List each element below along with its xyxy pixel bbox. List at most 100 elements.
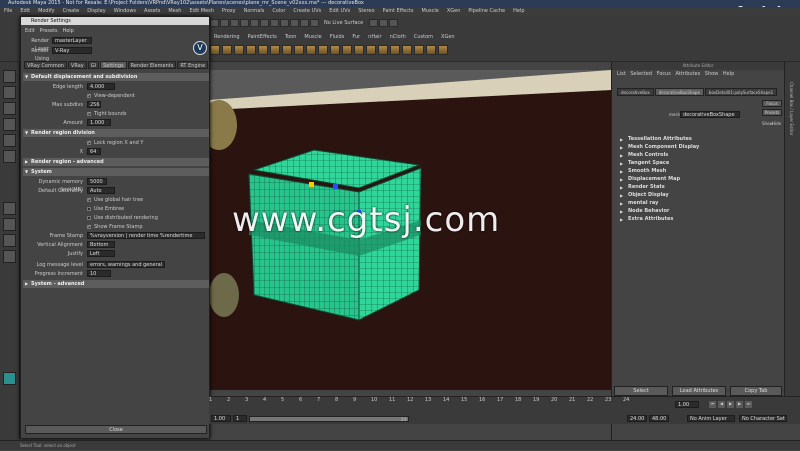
shelf-tool-icon[interactable] [318, 44, 328, 55]
range-bar[interactable]: 24 [249, 416, 409, 422]
section-displacement[interactable]: Default displacement and subdivision [23, 73, 209, 81]
shelf-tool-icon[interactable] [438, 44, 448, 55]
focus-button[interactable]: Focus [762, 100, 782, 107]
paint-select-icon[interactable] [3, 102, 16, 115]
shelf-tab-toon[interactable]: Toon [281, 34, 301, 41]
range-end-field[interactable]: 24.00 [627, 415, 647, 422]
section-render-region[interactable]: Render region division [23, 129, 209, 137]
lock-region-checkbox[interactable] [87, 139, 91, 147]
menu-help[interactable]: Help [513, 8, 524, 14]
menu-edit-mesh[interactable]: Edit Mesh [189, 8, 213, 14]
edge-length-field[interactable]: 4.000 [87, 83, 115, 90]
shelf-tool-icon[interactable] [378, 44, 388, 55]
menu-proxy[interactable]: Proxy [222, 8, 236, 14]
shelf-tool-icon[interactable] [234, 44, 244, 55]
shelf-tool-icon[interactable] [354, 44, 364, 55]
shelf-tab-custom[interactable]: Custom [410, 34, 437, 41]
tab-gi[interactable]: GI [87, 61, 100, 69]
shelf-tool-icon[interactable] [330, 44, 340, 55]
shelf-tab-ncloth[interactable]: nCloth [386, 34, 410, 41]
amount-field[interactable]: 1.000 [87, 119, 111, 126]
log-level-dropdown[interactable]: errors, warnings and general info [87, 261, 165, 268]
frame-stamp-checkbox[interactable] [87, 223, 91, 231]
ae-menu-focus[interactable]: Focus [657, 71, 671, 77]
section-render-region-advanced[interactable]: Render region - advanced [23, 158, 209, 166]
shelf-tool-icon[interactable] [258, 44, 268, 55]
ae-section-object-display[interactable]: Object Display [620, 192, 780, 199]
ae-section-mental-ray[interactable]: mental ray [620, 200, 780, 207]
rs-menu-help[interactable]: Help [62, 28, 73, 34]
ae-menu-selected[interactable]: Selected [630, 71, 652, 77]
menu-normals[interactable]: Normals [244, 8, 265, 14]
layout-persp-icon[interactable] [3, 234, 16, 247]
new-scene-icon[interactable] [210, 19, 219, 27]
time-slider[interactable]: 1 2 3 4 5 6 7 8 9 10 11 12 13 14 15 16 1… [209, 396, 800, 414]
ae-menu-attributes[interactable]: Attributes [676, 71, 701, 77]
uv-editor-icon[interactable] [3, 372, 16, 385]
shelf-tab-painteffects[interactable]: PaintEffects [244, 34, 281, 41]
menu-color[interactable]: Color [272, 8, 285, 14]
close-button[interactable]: Close [25, 425, 207, 434]
ae-section-extra-attributes[interactable]: Extra Attributes [620, 216, 780, 223]
render-using-dropdown[interactable]: V-Ray [52, 47, 92, 54]
step-back-icon[interactable]: ◀ [718, 401, 725, 408]
ae-section-tangent-space[interactable]: Tangent Space [620, 160, 780, 167]
frame-stamp-field[interactable]: %vrayversion | render time %rendertime [87, 232, 205, 239]
lasso-tool-icon[interactable] [3, 86, 16, 99]
save-scene-icon[interactable] [230, 19, 239, 27]
menu-mesh[interactable]: Mesh [168, 8, 181, 14]
shelf-tool-icon[interactable] [390, 44, 400, 55]
menu-assets[interactable]: Assets [144, 8, 160, 14]
select-tool-icon[interactable] [3, 70, 16, 83]
ae-menu-help[interactable]: Help [723, 71, 734, 77]
snap-point-icon[interactable] [290, 19, 299, 27]
menu-pipeline-cache[interactable]: Pipeline Cache [468, 8, 505, 14]
select-by-component-icon[interactable] [260, 19, 269, 27]
tab-vray[interactable]: VRay [67, 61, 87, 69]
shelf-tool-icon[interactable] [426, 44, 436, 55]
rs-menu-edit[interactable]: Edit [25, 28, 35, 34]
render-layer-dropdown[interactable]: masterLayer [52, 37, 92, 44]
ae-tab-poly[interactable]: boxDetail01:polySurfaceShape1 [704, 88, 778, 96]
menu-paint-effects[interactable]: Paint Effects [383, 8, 414, 14]
ae-section-node-behavior[interactable]: Node Behavior [620, 208, 780, 215]
ae-section-tessellation[interactable]: Tessellation Attributes [620, 136, 780, 143]
ipr-render-icon[interactable] [379, 19, 389, 27]
menu-file[interactable]: File [4, 8, 12, 14]
default-geometry-dropdown[interactable]: Auto [87, 187, 115, 194]
ae-tab-shape[interactable]: decorativeBoxShape [654, 88, 704, 96]
ae-section-mesh-component-display[interactable]: Mesh Component Display [620, 144, 780, 151]
shelf-tool-icon[interactable] [402, 44, 412, 55]
menu-create[interactable]: Create [63, 8, 80, 14]
menu-display[interactable]: Display [87, 8, 105, 14]
hide-button[interactable]: Hide [772, 120, 782, 127]
channel-box-tab[interactable]: Channel Box / Layer Editor [789, 82, 794, 135]
range-start-field[interactable]: 1.00 [211, 415, 231, 422]
range-inner-start-field[interactable]: 1 [233, 415, 247, 422]
distributed-rendering-checkbox[interactable] [87, 216, 91, 220]
menu-edit-uvs[interactable]: Edit UVs [329, 8, 350, 14]
range-max-field[interactable]: 48.00 [649, 415, 669, 422]
shelf-tool-icon[interactable] [246, 44, 256, 55]
scale-tool-icon[interactable] [3, 150, 16, 163]
snap-curve-icon[interactable] [280, 19, 289, 27]
menu-stereo[interactable]: Stereo [358, 8, 374, 14]
shelf-tab-fluids[interactable]: Fluids [326, 34, 349, 41]
shelf-tab-rendering[interactable]: Rendering [210, 34, 244, 41]
anim-layer-dropdown[interactable]: No Anim Layer [687, 415, 735, 422]
open-scene-icon[interactable] [220, 19, 229, 27]
select-by-object-icon[interactable] [250, 19, 259, 27]
layout-single-icon[interactable] [3, 202, 16, 215]
tab-settings[interactable]: Settings [100, 61, 127, 69]
go-to-start-icon[interactable]: ⏮ [709, 401, 716, 408]
vertical-alignment-dropdown[interactable]: Bottom [87, 241, 115, 248]
dynamic-memory-field[interactable]: 5000 [87, 178, 107, 185]
ae-menu-show[interactable]: Show [705, 71, 719, 77]
mesh-name-field[interactable]: decorativeBoxShape [680, 111, 740, 118]
ae-tab-transform[interactable]: decorativeBox [617, 88, 654, 96]
copy-tab-button[interactable]: Copy Tab [730, 386, 782, 396]
shelf-tool-icon[interactable] [270, 44, 280, 55]
rs-menu-presets[interactable]: Presets [39, 28, 57, 34]
section-system-advanced[interactable]: System - advanced [23, 280, 209, 288]
show-button[interactable]: Show [762, 120, 773, 127]
